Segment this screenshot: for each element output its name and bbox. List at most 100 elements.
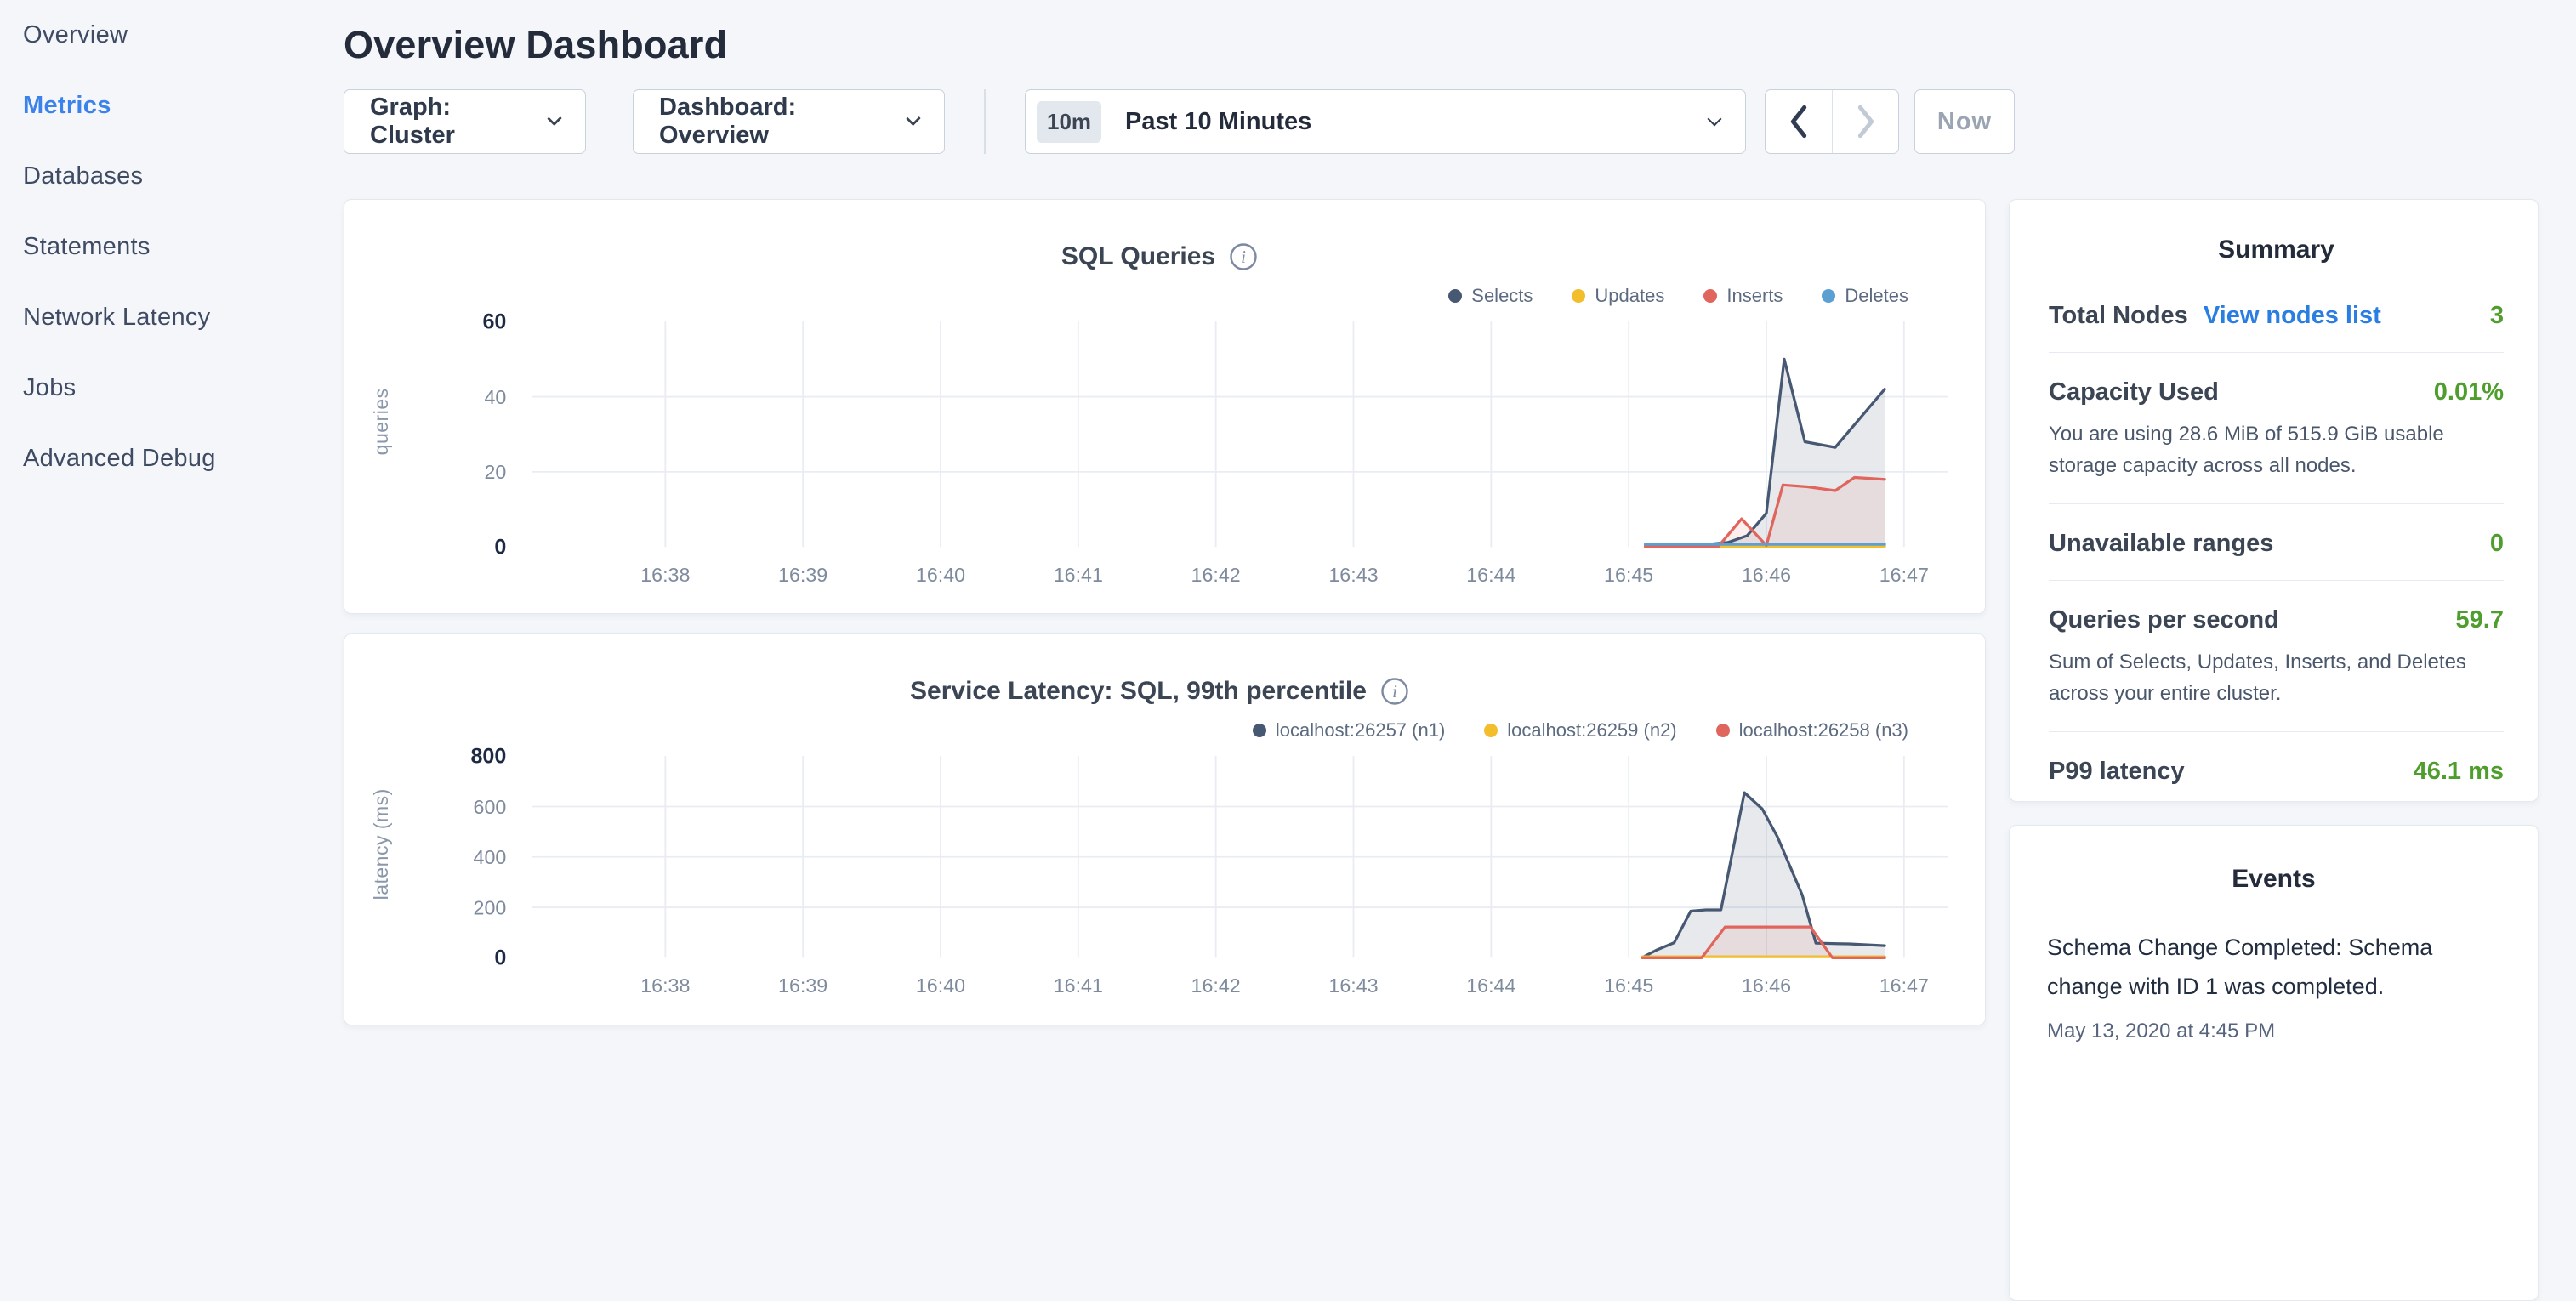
service-latency-plot[interactable]: 16:3816:3916:4016:4116:4216:4316:4416:45… (397, 747, 1948, 1002)
svg-text:16:40: 16:40 (916, 975, 965, 997)
view-nodes-list-link[interactable]: View nodes list (2204, 302, 2381, 330)
gridlines (532, 321, 1948, 547)
chart-legend: localhost:26257 (n1)localhost:26259 (n2)… (372, 719, 1908, 741)
svg-text:200: 200 (474, 897, 507, 919)
sidebar-item-databases[interactable]: Databases (0, 141, 344, 212)
legend-dot (1253, 724, 1266, 737)
chart-legend: SelectsUpdatesInsertsDeletes (372, 285, 1908, 307)
event-item[interactable]: Schema Change Completed: Schema change w… (2047, 928, 2500, 1043)
sidebar-item-advanced-debug[interactable]: Advanced Debug (0, 423, 344, 494)
chart-title: SQL Queries (1061, 242, 1215, 271)
time-range-picker[interactable]: 10m Past 10 Minutes (1025, 89, 1746, 154)
capacity-used-description: You are using 28.6 MiB of 515.9 GiB usab… (2049, 418, 2504, 481)
summary-row-unavailable-ranges: Unavailable ranges 0 (2049, 504, 2504, 580)
dashboard-dropdown[interactable]: Dashboard: Overview (633, 89, 945, 154)
info-icon[interactable]: i (1380, 677, 1409, 706)
now-button[interactable]: Now (1914, 89, 2015, 154)
sql-queries-plot[interactable]: 16:3816:3916:4016:4116:4216:4316:4416:45… (397, 312, 1948, 591)
sidebar-item-statements[interactable]: Statements (0, 212, 344, 282)
legend-item-localhost-26258-n3-: localhost:26258 (n3) (1716, 719, 1908, 741)
total-nodes-value: 3 (2490, 302, 2504, 330)
chart-body: queries 16:3816:3916:4016:4116:4216:4316… (372, 312, 1948, 591)
legend-item-selects: Selects (1448, 285, 1533, 307)
svg-text:16:43: 16:43 (1328, 564, 1378, 586)
svg-text:16:46: 16:46 (1742, 975, 1791, 997)
sidebar-item-metrics[interactable]: Metrics (0, 71, 344, 141)
content-row: SQL Queries i SelectsUpdatesInsertsDelet… (344, 199, 2576, 1301)
legend-item-updates: Updates (1572, 285, 1664, 307)
svg-text:16:47: 16:47 (1879, 564, 1929, 586)
legend-dot (1572, 289, 1585, 303)
svg-text:16:39: 16:39 (778, 975, 827, 997)
sidebar-item-overview[interactable]: Overview (0, 0, 344, 71)
chevron-right-icon (1855, 105, 1877, 139)
time-range-badge: 10m (1037, 101, 1101, 143)
summary-row-capacity: Capacity Used 0.01% You are using 28.6 M… (2049, 353, 2504, 503)
events-title: Events (2047, 865, 2500, 894)
time-range-label: Past 10 Minutes (1125, 108, 1709, 136)
queries-per-second-description: Sum of Selects, Updates, Inserts, and De… (2049, 646, 2504, 709)
service-latency-chart-card: Service Latency: SQL, 99th percentile i … (344, 633, 1986, 1025)
time-nav-group (1765, 89, 1899, 154)
svg-text:600: 600 (474, 796, 507, 818)
chart-body: latency (ms) 16:38 16:39 16:40 16:41 16:42 16… (372, 747, 1948, 1002)
event-message: Schema Change Completed: Schema change w… (2047, 928, 2500, 1006)
x-axis-labels: 16:3816:3916:4016:4116:4216:4316:4416:45… (640, 564, 1929, 586)
svg-text:i: i (1241, 247, 1246, 267)
chevron-down-icon (547, 111, 562, 126)
sql-queries-chart-card: SQL Queries i SelectsUpdatesInsertsDelet… (344, 199, 1986, 614)
page-title: Overview Dashboard (344, 23, 2576, 67)
chart-header: Service Latency: SQL, 99th percentile i (372, 677, 1948, 706)
legend-dot (1703, 289, 1717, 303)
summary-title: Summary (2049, 236, 2504, 264)
summary-row-p99-latency: P99 latency 46.1 ms (2049, 732, 2504, 802)
toolbar-divider (984, 89, 986, 154)
unavailable-ranges-label: Unavailable ranges (2049, 530, 2273, 558)
graph-dropdown-label: Graph: Cluster (370, 94, 531, 150)
legend-dot (1484, 724, 1498, 737)
queries-per-second-label: Queries per second (2049, 606, 2279, 634)
capacity-used-label: Capacity Used (2049, 378, 2219, 406)
svg-text:16:42: 16:42 (1191, 975, 1241, 997)
graph-dropdown[interactable]: Graph: Cluster (344, 89, 586, 154)
chevron-down-icon (1708, 111, 1722, 126)
chevron-down-icon (906, 111, 921, 126)
y-axis-labels: 0204060 (482, 312, 506, 560)
svg-text:16:43: 16:43 (1328, 975, 1378, 997)
svg-text:40: 40 (485, 386, 507, 408)
sidebar-item-jobs[interactable]: Jobs (0, 353, 344, 423)
svg-text:16:40: 16:40 (916, 564, 965, 586)
total-nodes-label: Total Nodes (2049, 302, 2188, 330)
legend-item-deletes: Deletes (1822, 285, 1908, 307)
legend-dot (1448, 289, 1462, 303)
x-axis-labels: 16:3816:3916:4016:4116:4216:4316:4416:45… (640, 975, 1929, 997)
svg-text:16:44: 16:44 (1466, 564, 1515, 586)
p99-latency-label: P99 latency (2049, 758, 2185, 786)
svg-text:16:45: 16:45 (1604, 564, 1653, 586)
previous-time-button[interactable] (1766, 90, 1832, 153)
legend-item-localhost-26257-n1-: localhost:26257 (n1) (1253, 719, 1445, 741)
svg-text:16:38: 16:38 (640, 975, 690, 997)
legend-dot (1822, 289, 1835, 303)
y-axis-title: queries (370, 312, 393, 531)
summary-panel: Summary Total Nodes View nodes list 3 Ca… (2009, 199, 2539, 802)
chevron-left-icon (1788, 105, 1810, 139)
svg-text:60: 60 (482, 312, 506, 334)
dashboard-dropdown-label: Dashboard: Overview (659, 94, 890, 150)
next-time-button[interactable] (1832, 90, 1898, 153)
right-column: Summary Total Nodes View nodes list 3 Ca… (2009, 199, 2539, 1301)
svg-text:16:41: 16:41 (1054, 975, 1103, 997)
capacity-used-value: 0.01% (2434, 378, 2504, 406)
svg-text:0: 0 (494, 946, 506, 970)
summary-row-qps: Queries per second 59.7 Sum of Selects, … (2049, 581, 2504, 731)
chart-header: SQL Queries i (372, 242, 1948, 271)
svg-text:16:39: 16:39 (778, 564, 827, 586)
sidebar-item-network-latency[interactable]: Network Latency (0, 282, 344, 353)
charts-column: SQL Queries i SelectsUpdatesInsertsDelet… (344, 199, 1986, 1025)
main-content: Overview Dashboard Graph: Cluster Dashbo… (344, 0, 2576, 1301)
svg-text:0: 0 (494, 536, 506, 560)
legend-dot (1716, 724, 1730, 737)
event-timestamp: May 13, 2020 at 4:45 PM (2047, 1020, 2500, 1043)
info-icon[interactable]: i (1229, 242, 1258, 271)
y-axis-title: latency (ms) (370, 747, 393, 942)
